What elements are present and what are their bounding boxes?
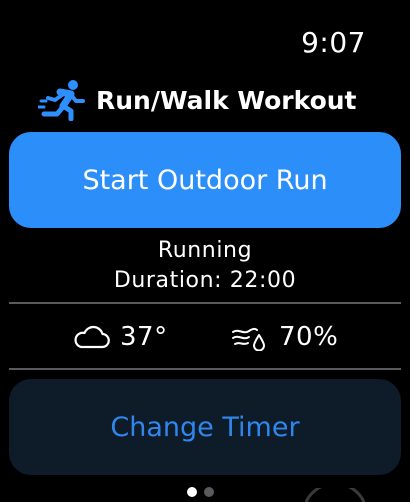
page-dot bbox=[187, 487, 197, 497]
temperature-value: 37° bbox=[120, 322, 168, 352]
page-dot bbox=[204, 487, 214, 497]
clock-time: 9:07 bbox=[301, 26, 366, 59]
start-outdoor-run-button[interactable]: Start Outdoor Run bbox=[9, 132, 401, 228]
workout-info: Running Duration: 22:00 bbox=[0, 236, 410, 296]
temperature-item: 37° bbox=[72, 316, 168, 358]
divider-top bbox=[9, 302, 401, 304]
start-outdoor-run-label: Start Outdoor Run bbox=[82, 164, 328, 196]
workout-title: Run/Walk Workout bbox=[96, 85, 357, 115]
weather-row: 37° 70% bbox=[0, 316, 410, 358]
workout-header: Run/Walk Workout bbox=[36, 78, 357, 122]
digital-crown-indicator bbox=[304, 488, 366, 502]
change-timer-button[interactable]: Change Timer bbox=[9, 379, 401, 475]
workout-mode: Running bbox=[157, 238, 253, 263]
page-indicator bbox=[187, 487, 221, 497]
change-timer-label: Change Timer bbox=[110, 411, 300, 443]
humidity-value: 70% bbox=[279, 322, 339, 352]
cloud-icon bbox=[72, 325, 110, 349]
workout-duration: Duration: 22:00 bbox=[113, 268, 297, 293]
humidity-item: 70% bbox=[231, 316, 338, 358]
divider-bottom bbox=[9, 368, 401, 370]
figure-run-icon bbox=[36, 79, 88, 122]
humidity-icon bbox=[231, 323, 269, 351]
